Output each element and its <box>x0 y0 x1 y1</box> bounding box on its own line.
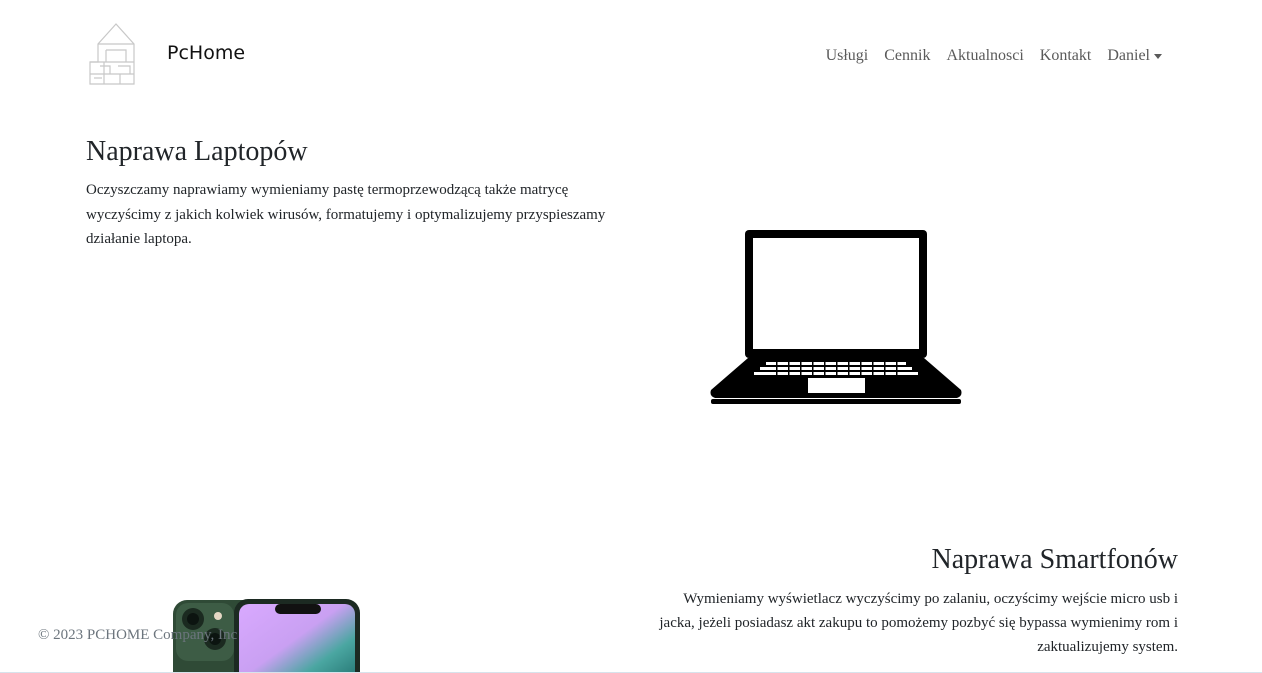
brand-name[interactable]: PcHome <box>167 42 245 64</box>
footer-copyright: © 2023 PCHOME Company, Inc <box>38 627 238 643</box>
phone-section-text: Wymieniamy wyświetlacz wyczyścimy po zal… <box>659 591 1178 655</box>
caret-down-icon <box>1154 54 1162 59</box>
nav-link-aktualnosci[interactable]: Aktualnosci <box>938 46 1031 66</box>
laptop-section-title: Naprawa Laptopów <box>86 136 308 167</box>
user-dropdown[interactable]: Daniel <box>1099 46 1170 66</box>
nav-link-kontakt[interactable]: Kontakt <box>1032 46 1100 66</box>
nav-link-cennik[interactable]: Cennik <box>876 46 938 66</box>
laptop-icon <box>710 230 962 404</box>
user-dropdown-label: Daniel <box>1107 47 1150 64</box>
phone-section-title: Naprawa Smartfonów <box>931 544 1178 575</box>
page: PcHome Usługi Cennik Aktualnosci Kontakt… <box>0 0 1262 673</box>
main-nav: Usługi Cennik Aktualnosci Kontakt Daniel <box>818 46 1170 66</box>
house-outline-icon <box>89 23 135 85</box>
laptop-section-text: Oczyszczamy naprawiamy wymieniamy pastę … <box>86 182 606 247</box>
logo-link[interactable] <box>86 22 146 86</box>
nav-link-uslugi[interactable]: Usługi <box>818 46 877 66</box>
